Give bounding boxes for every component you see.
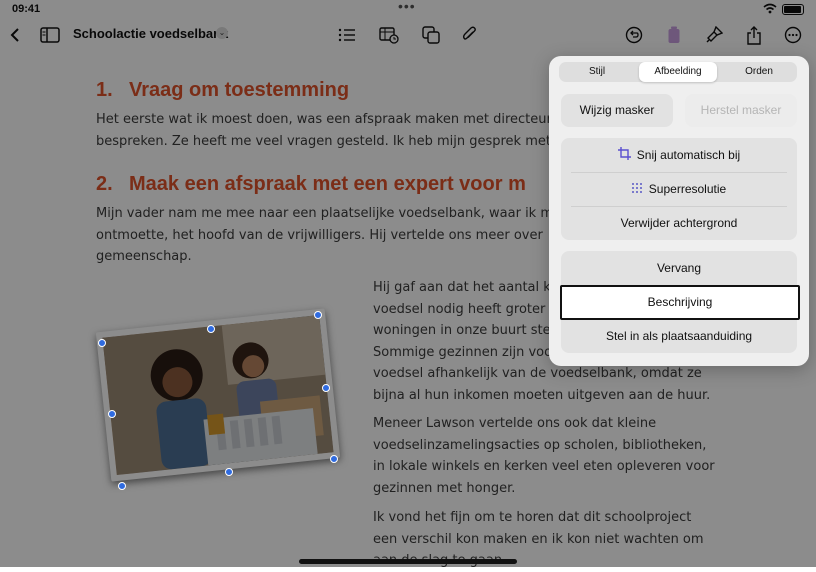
resize-handle[interactable] xyxy=(98,339,106,347)
auto-crop-label: Snij automatisch bij xyxy=(636,148,741,162)
replace-button[interactable]: Vervang xyxy=(561,251,797,285)
tab-image[interactable]: Afbeelding xyxy=(639,62,717,82)
resize-handle[interactable] xyxy=(330,455,338,463)
remove-background-button[interactable]: Verwijder achtergrond xyxy=(561,206,797,240)
super-resolution-button[interactable]: Superresolutie xyxy=(561,172,797,206)
home-indicator[interactable] xyxy=(299,559,517,564)
pixel-grid-icon xyxy=(631,173,643,207)
resize-handle[interactable] xyxy=(118,482,126,490)
description-button[interactable]: Beschrijving xyxy=(560,285,800,320)
image-format-popover: Stijl Afbeelding Orden Wijzig masker Her… xyxy=(549,56,809,366)
resize-handle[interactable] xyxy=(225,468,233,476)
image-actions-group: Vervang Beschrijving Stel in als plaatsa… xyxy=(560,251,800,353)
resize-handle[interactable] xyxy=(207,325,215,333)
super-resolution-label: Superresolutie xyxy=(648,182,727,196)
resize-handle[interactable] xyxy=(108,410,116,418)
tab-style[interactable]: Stijl xyxy=(559,62,635,82)
image-tools-group: Snij automatisch bij Superresolutie Verw… xyxy=(561,138,797,240)
crop-icon xyxy=(617,139,631,173)
tab-arrange[interactable]: Orden xyxy=(721,62,797,82)
edit-mask-button[interactable]: Wijzig masker xyxy=(561,94,673,127)
format-tabs: Stijl Afbeelding Orden xyxy=(559,62,797,82)
auto-crop-button[interactable]: Snij automatisch bij xyxy=(561,138,797,172)
reset-mask-button[interactable]: Herstel masker xyxy=(685,94,797,127)
resize-handle[interactable] xyxy=(314,311,322,319)
resize-handle[interactable] xyxy=(322,384,330,392)
set-placeholder-button[interactable]: Stel in als plaatsaanduiding xyxy=(561,319,797,353)
